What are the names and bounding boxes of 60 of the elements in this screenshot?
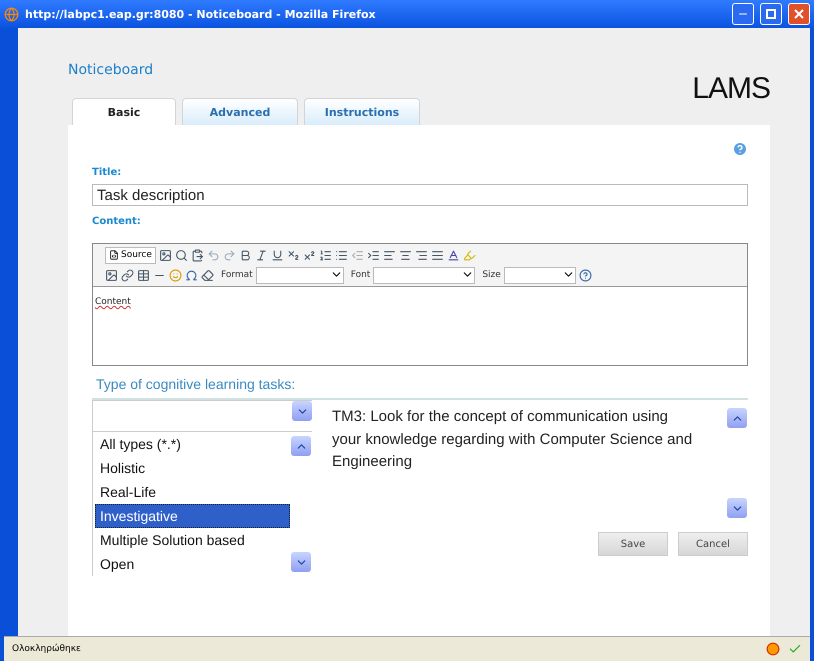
toolbar-label: Font — [350, 270, 370, 280]
list-option[interactable]: Multiple Solution based — [95, 528, 290, 552]
list-option[interactable]: Real-Life — [95, 480, 290, 504]
bullet-list-icon[interactable] — [334, 248, 348, 262]
align-left-icon[interactable] — [382, 248, 396, 262]
minimize-button[interactable] — [732, 3, 754, 25]
numbered-list-icon[interactable] — [318, 248, 332, 262]
scroll-up-button[interactable] — [727, 408, 747, 428]
addon-icon[interactable] — [766, 642, 780, 656]
task-description: TM3: Look for the concept of communication using your knowledge regarding with Computer Science and Engineering — [332, 407, 694, 472]
status-text: Ολοκληρώθηκε — [12, 644, 82, 654]
image-icon[interactable] — [105, 268, 118, 282]
omega-icon[interactable] — [185, 268, 198, 282]
clipboard-icon[interactable] — [190, 248, 204, 262]
help-icon[interactable] — [578, 268, 592, 282]
maximize-icon — [766, 9, 776, 19]
list-option[interactable]: Investigative — [95, 504, 290, 528]
save-button[interactable]: Save — [598, 532, 668, 556]
superscript-icon[interactable] — [302, 248, 316, 262]
editor-text: Content — [95, 297, 131, 307]
browser-icon — [4, 6, 19, 22]
tasks-label: Type of cognitive learning tasks: — [96, 376, 296, 392]
subscript-icon[interactable] — [286, 248, 300, 262]
list-option[interactable]: All types (*.*) — [95, 432, 290, 456]
scroll-down-button[interactable] — [727, 498, 747, 518]
field-label: Content: — [92, 216, 142, 227]
tab[interactable]: Basic — [72, 98, 176, 125]
field-label: Title: — [92, 167, 122, 178]
scroll-up-button[interactable] — [291, 436, 311, 456]
toolbar-label: Size — [482, 270, 501, 280]
scroll-down-button[interactable] — [291, 552, 311, 572]
indent-icon[interactable] — [366, 248, 380, 262]
eraser-icon[interactable] — [201, 268, 214, 282]
link-icon[interactable] — [121, 268, 134, 282]
image-icon[interactable] — [158, 248, 172, 262]
editor-area[interactable]: Content — [93, 286, 747, 365]
list-option[interactable]: Open — [95, 552, 290, 576]
close-button[interactable] — [788, 3, 810, 25]
search-icon[interactable] — [174, 248, 188, 262]
tab[interactable]: Instructions — [304, 98, 420, 125]
justify-icon[interactable] — [430, 248, 444, 262]
title-field[interactable]: Task description — [92, 184, 748, 206]
underline-icon[interactable] — [270, 248, 284, 262]
list-option[interactable]: Holistic — [95, 456, 290, 480]
maximize-button[interactable] — [760, 3, 782, 25]
close-icon — [794, 9, 804, 19]
tab[interactable]: Advanced — [182, 98, 298, 125]
bold-icon[interactable] — [238, 248, 252, 262]
align-right-icon[interactable] — [414, 248, 428, 262]
cancel-button[interactable]: Cancel — [678, 532, 748, 556]
logo: LAMS — [692, 72, 770, 106]
text-color-icon[interactable] — [446, 248, 460, 262]
page-heading: Noticeboard — [68, 62, 154, 78]
table-icon[interactable] — [137, 268, 150, 282]
document-icon — [109, 250, 119, 260]
source-button[interactable]: Source — [105, 246, 156, 264]
italic-icon[interactable] — [254, 248, 268, 262]
align-center-icon[interactable] — [398, 248, 412, 262]
window-title: http://labpc1.eap.gr:8080 - Noticeboard - Mozilla Firefox — [25, 8, 377, 20]
toolbar-label: Format — [221, 270, 253, 280]
